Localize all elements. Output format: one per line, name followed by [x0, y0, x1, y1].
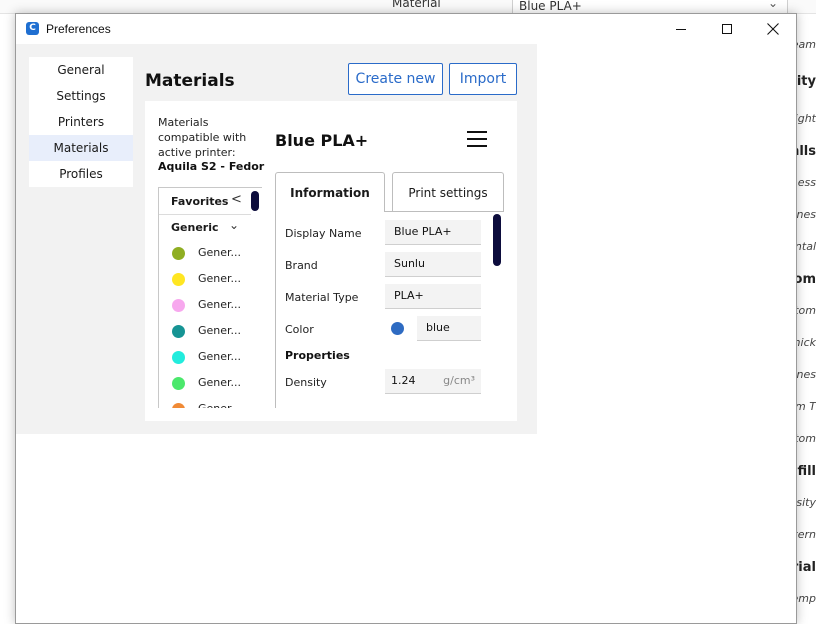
chevron-left-icon: <: [231, 192, 242, 207]
favorites-section[interactable]: Favorites <: [159, 188, 251, 215]
close-icon: [767, 23, 779, 35]
information-panel: Display Name Blue PLA+ Brand Sunlu Mater…: [275, 211, 504, 408]
title-bar: C Preferences: [16, 14, 796, 44]
sidebar-item-materials[interactable]: Materials: [29, 135, 133, 161]
density-value: 1.24: [391, 374, 416, 387]
display-name-field[interactable]: Blue PLA+: [385, 220, 481, 245]
minimize-button[interactable]: [658, 14, 704, 44]
brand-label: Brand: [285, 259, 318, 272]
background-setting-label: Seam: [797, 38, 816, 51]
import-button[interactable]: Import: [449, 63, 517, 95]
tab-information[interactable]: Information: [275, 172, 385, 212]
material-list-scrollbar[interactable]: [251, 191, 259, 211]
background-setting-label: Printing Temp: [797, 592, 816, 605]
material-color-dot: [172, 273, 185, 286]
color-name-field[interactable]: blue: [417, 316, 481, 341]
background-setting-label: Pattern: [797, 528, 816, 541]
hamburger-menu-button[interactable]: [467, 129, 489, 149]
material-list-item[interactable]: Gener...: [159, 396, 251, 408]
sidebar-item-settings[interactable]: Settings: [29, 83, 133, 109]
create-new-button[interactable]: Create new: [348, 63, 443, 95]
material-item-name: Gener...: [198, 298, 242, 311]
information-scrollbar[interactable]: [493, 214, 501, 266]
material-list-item[interactable]: Gener...: [159, 266, 251, 292]
background-setting-label: Lines: [796, 208, 816, 221]
material-color-dot: [172, 299, 185, 312]
material-list-item[interactable]: Gener...: [159, 240, 251, 266]
background-section-heading: Walls: [797, 144, 816, 159]
background-material-label: Material: [392, 0, 441, 10]
chevron-down-icon: ⌄: [768, 0, 779, 10]
material-item-name: Gener...: [198, 324, 242, 337]
background-section-heading: Material: [797, 560, 816, 575]
display-name-label: Display Name: [285, 227, 362, 240]
window-title: Preferences: [46, 22, 111, 36]
background-setting-label: Top Lines: [796, 368, 816, 381]
sidebar-item-profiles[interactable]: Profiles: [29, 161, 133, 187]
minimize-icon: [676, 29, 686, 30]
background-material-select[interactable]: Blue PLA+: [512, 0, 788, 14]
maximize-icon: [722, 24, 732, 34]
background-setting-label: Bottom T: [796, 400, 816, 413]
background-settings-panel: Seam Quality Height Walls Thickness Lines Hori…: [796, 14, 816, 624]
material-item-name: Gener...: [198, 376, 242, 389]
favorites-label: Favorites: [171, 195, 229, 208]
generic-label: Generic: [171, 221, 219, 234]
active-printer-name: Aquila S2 - Fedor: [158, 160, 265, 173]
generic-section[interactable]: Generic ⌄: [159, 215, 251, 239]
background-setting-label: Height: [797, 112, 816, 125]
density-field[interactable]: 1.24 g/cm³: [385, 369, 481, 394]
material-list-item[interactable]: Gener...: [159, 344, 251, 370]
background-setting-label: Thick: [797, 336, 816, 349]
background-setting-label: Density: [796, 496, 816, 509]
close-button[interactable]: [750, 14, 796, 44]
material-item-name: Gener...: [198, 402, 241, 408]
material-name-title: Blue PLA+: [275, 131, 369, 150]
preferences-content: General Settings Printers Materials Prof…: [16, 44, 537, 434]
properties-heading: Properties: [285, 349, 350, 362]
background-section-heading: Infill: [797, 464, 816, 479]
color-label: Color: [285, 323, 314, 336]
menu-icon-line: [467, 138, 487, 140]
preferences-sidebar: General Settings Printers Materials Prof…: [29, 57, 133, 187]
density-unit: g/cm³: [443, 374, 475, 387]
compatible-materials-text: Materials compatible with active printer…: [158, 116, 247, 159]
material-list-item[interactable]: Gener...: [159, 318, 251, 344]
menu-icon-line: [467, 145, 487, 147]
menu-icon-line: [467, 131, 487, 133]
background-setting-label: Horizontal: [797, 240, 816, 253]
material-list-item[interactable]: Gener...: [159, 370, 251, 396]
material-color-dot: [172, 403, 185, 408]
color-swatch-button[interactable]: [391, 322, 404, 335]
background-setting-label: Thickness: [797, 176, 816, 189]
material-color-dot: [172, 377, 185, 390]
background-setting-label: Bottom: [796, 432, 816, 445]
maximize-button[interactable]: [704, 14, 750, 44]
sidebar-item-printers[interactable]: Printers: [29, 109, 133, 135]
material-color-dot: [172, 247, 185, 260]
material-list-item[interactable]: Gener...: [159, 292, 251, 318]
background-setting-label: Bottom: [796, 304, 816, 317]
brand-field[interactable]: Sunlu: [385, 252, 481, 277]
tab-print-settings[interactable]: Print settings: [392, 172, 504, 212]
material-item-name: Gener...: [198, 350, 242, 363]
material-type-field[interactable]: PLA+: [385, 284, 481, 309]
page-title: Materials: [145, 71, 235, 91]
material-color-dot: [172, 351, 185, 364]
material-item-name: Gener...: [198, 272, 242, 285]
materials-panel: Materials compatible with active printer…: [145, 101, 517, 421]
material-type-label: Material Type: [285, 291, 359, 304]
density-label: Density: [285, 376, 327, 389]
background-section-heading: Quality: [796, 74, 816, 89]
background-section-heading: Top/Bottom: [797, 272, 816, 287]
material-item-name: Gener...: [198, 246, 242, 259]
material-list: Favorites < Generic ⌄ Gener... Gener... Ge…: [158, 187, 262, 408]
chevron-down-icon: ⌄: [229, 218, 240, 232]
background-material-bar: Material Blue PLA+ ⌄: [0, 0, 816, 14]
app-logo-icon: C: [26, 22, 39, 35]
material-color-dot: [172, 325, 185, 338]
sidebar-item-general[interactable]: General: [29, 57, 133, 83]
preferences-dialog: C Preferences General Settings Printers …: [15, 13, 797, 624]
